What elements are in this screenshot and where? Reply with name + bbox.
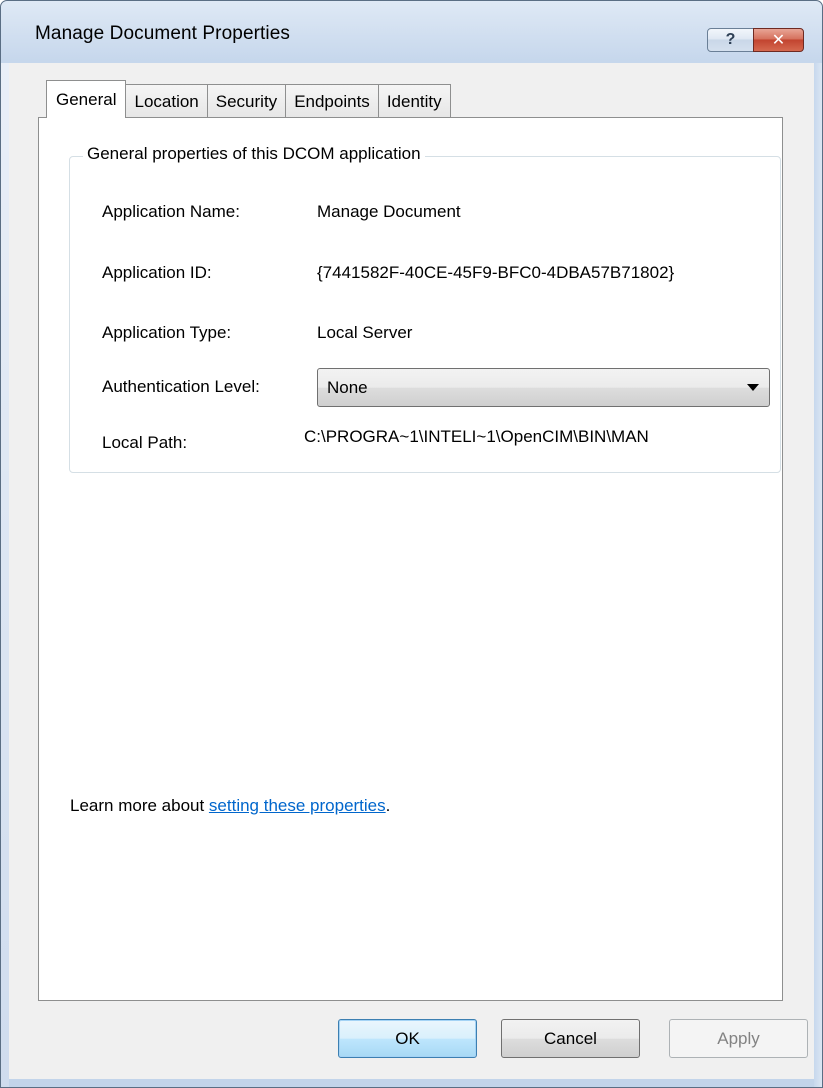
local-path-value: C:\PROGRA~1\INTELI~1\OpenCIM\BIN\MAN [304, 427, 649, 446]
application-name-label: Application Name: [102, 202, 240, 221]
application-type-value: Local Server [317, 323, 413, 342]
tab-identity[interactable]: Identity [377, 84, 451, 118]
tab-general[interactable]: General [46, 80, 127, 118]
help-icon: ? [725, 31, 736, 48]
window-frame-right [814, 63, 822, 1087]
properties-dialog: Manage Document Properties ? ✕ General L… [0, 0, 823, 1088]
close-button[interactable]: ✕ [753, 28, 804, 52]
title-bar[interactable]: Manage Document Properties ? ✕ [1, 1, 822, 63]
cancel-button[interactable]: Cancel [501, 1019, 640, 1058]
tab-location[interactable]: Location [125, 84, 208, 118]
application-type-label: Application Type: [102, 323, 232, 342]
apply-button[interactable]: Apply [669, 1019, 808, 1058]
authentication-level-value: None [327, 378, 368, 397]
tab-endpoints[interactable]: Endpoints [285, 84, 379, 118]
tab-strip: General Location Security Endpoints Iden… [46, 80, 451, 118]
learn-more-prefix: Learn more about [70, 796, 209, 815]
application-id-label: Application ID: [102, 263, 212, 282]
general-properties-group: General properties of this DCOM applicat… [69, 144, 781, 473]
close-icon: ✕ [771, 32, 786, 49]
window-title: Manage Document Properties [35, 23, 291, 44]
ok-button[interactable]: OK [338, 1019, 477, 1058]
authentication-level-dropdown[interactable]: None [317, 368, 770, 407]
learn-more-text: Learn more about setting these propertie… [70, 796, 390, 816]
learn-more-link[interactable]: setting these properties [209, 796, 386, 815]
tab-security[interactable]: Security [206, 84, 287, 118]
tab-panel-general: General properties of this DCOM applicat… [38, 117, 783, 1001]
help-button[interactable]: ? [707, 28, 754, 52]
chevron-down-icon [747, 384, 759, 391]
learn-more-suffix: . [385, 796, 391, 815]
group-title: General properties of this DCOM applicat… [83, 144, 425, 164]
local-path-label: Local Path: [102, 433, 188, 452]
application-id-value: {7441582F-40CE-45F9-BFC0-4DBA57B71802} [317, 263, 675, 282]
window-frame-left [1, 63, 9, 1087]
authentication-level-label: Authentication Level: [102, 377, 260, 396]
application-name-value: Manage Document [317, 202, 461, 221]
